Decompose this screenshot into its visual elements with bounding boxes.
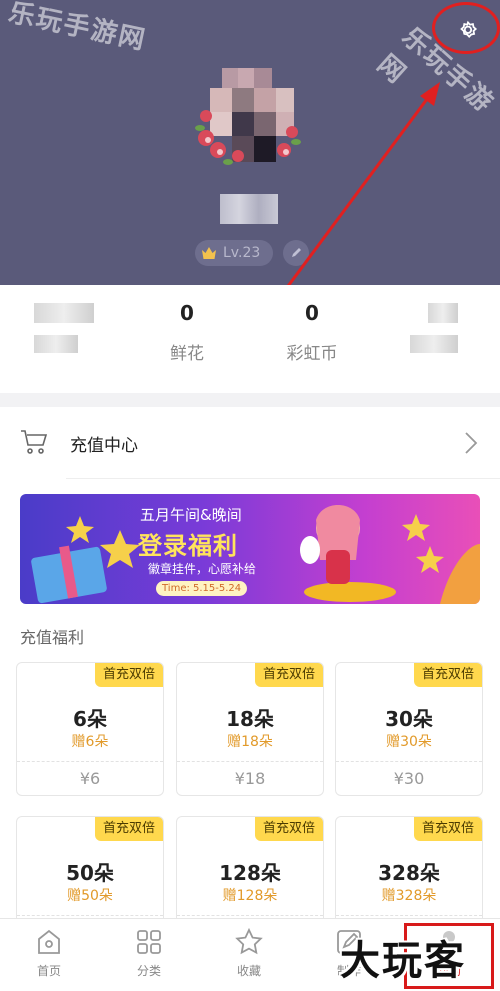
nav-item-favorites[interactable]: 收藏 — [204, 927, 294, 979]
nav-label: 收藏 — [236, 964, 261, 978]
chevron-right-icon — [465, 432, 478, 454]
first-recharge-badge: 首充双倍 — [254, 663, 323, 687]
card-bonus: 赠30朵 — [386, 734, 432, 750]
watermark-bottom: 大玩客 — [340, 938, 466, 984]
card-divider — [336, 761, 482, 762]
first-recharge-badge: 首充双倍 — [413, 817, 482, 841]
banner-subtitle: 五月午间&晚间 — [140, 506, 242, 524]
stat-value: 0 — [305, 301, 319, 325]
stat-rainbow-coins[interactable]: 0 彩虹币 — [262, 299, 362, 364]
first-recharge-badge: 首充双倍 — [254, 817, 323, 841]
card-divider — [177, 915, 323, 916]
recharge-card[interactable]: 首充双倍 30朵 赠30朵 ¥30 — [335, 662, 483, 796]
stat-flowers[interactable]: 0 鲜花 — [137, 299, 237, 364]
stat-label: 鲜花 — [170, 344, 204, 364]
cart-icon — [21, 430, 48, 454]
stats-row: 0 鲜花 0 彩虹币 — [0, 285, 500, 393]
grid-icon — [137, 930, 161, 954]
star-icon — [235, 927, 263, 955]
promo-banner[interactable]: 五月午间&晚间 登录福利 徽章挂件，心愿补给 Time: 5.15-5.24 — [20, 494, 480, 604]
nav-item-category[interactable]: 分类 — [104, 927, 194, 979]
first-recharge-badge: 首充双倍 — [413, 663, 482, 687]
stat-blurred-label — [410, 335, 458, 353]
stat-value: 0 — [180, 301, 194, 325]
card-amount: 128朵 — [219, 861, 281, 885]
banner-art — [31, 505, 480, 604]
nav-item-home[interactable]: 首页 — [4, 927, 94, 979]
card-bonus: 赠328朵 — [381, 888, 437, 904]
card-price: ¥30 — [393, 769, 425, 788]
section-gap — [0, 393, 500, 407]
card-divider — [17, 761, 163, 762]
card-divider — [177, 761, 323, 762]
recharge-center-row[interactable]: 充值中心 — [0, 407, 500, 479]
recharge-card[interactable]: 首充双倍 18朵 赠18朵 ¥18 — [176, 662, 324, 796]
recharge-card[interactable]: 首充双倍 6朵 赠6朵 ¥6 — [16, 662, 164, 796]
card-amount: 50朵 — [66, 861, 114, 885]
banner-time: Time: 5.15-5.24 — [156, 581, 248, 596]
card-amount: 6朵 — [73, 707, 107, 731]
stat-blurred-value — [428, 303, 458, 323]
first-recharge-badge: 首充双倍 — [94, 817, 163, 841]
profile-page: 乐玩手游网 乐玩手游网 Lv.23 0 鲜花 0 彩虹币 充值中心 五月午间&晚… — [0, 0, 500, 991]
card-amount: 30朵 — [385, 707, 433, 731]
card-amount: 18朵 — [226, 707, 274, 731]
card-bonus: 赠128朵 — [222, 888, 278, 904]
stat-blurred-label — [34, 335, 78, 353]
stat-label: 彩虹币 — [286, 344, 338, 364]
first-recharge-badge: 首充双倍 — [94, 663, 163, 687]
card-price: ¥6 — [79, 769, 101, 788]
home-icon — [38, 929, 60, 954]
nav-label: 分类 — [136, 964, 161, 978]
card-divider — [336, 915, 482, 916]
recharge-center-label: 充值中心 — [70, 436, 138, 456]
card-divider — [17, 915, 163, 916]
stat-blurred-value — [34, 303, 94, 323]
banner-description: 徽章挂件，心愿补给 — [148, 562, 257, 576]
card-bonus: 赠18朵 — [227, 734, 273, 750]
card-bonus: 赠6朵 — [71, 734, 109, 750]
nav-label: 首页 — [36, 964, 61, 978]
banner-title: 登录福利 — [138, 532, 238, 560]
card-amount: 328朵 — [378, 861, 440, 885]
section-title: 充值福利 — [20, 628, 85, 647]
card-price: ¥18 — [234, 769, 266, 788]
card-bonus: 赠50朵 — [67, 888, 113, 904]
row-divider — [66, 478, 500, 479]
